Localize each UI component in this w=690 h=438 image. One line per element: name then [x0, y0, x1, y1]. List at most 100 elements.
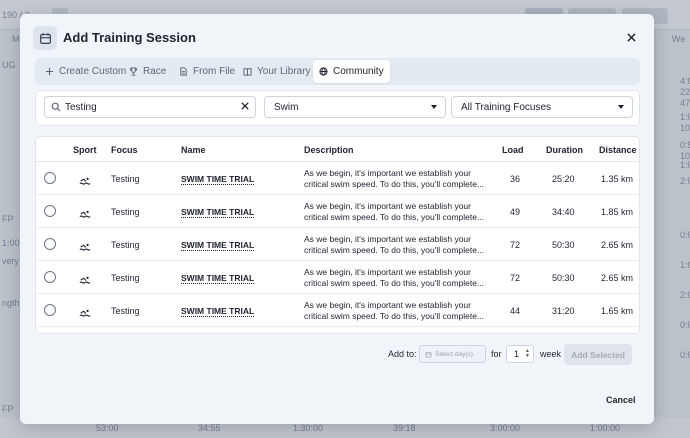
for-label: for — [491, 349, 502, 359]
row-duration: 50:30 — [552, 240, 575, 250]
row-duration: 31:20 — [552, 306, 575, 316]
row-workout-name[interactable]: SWIM TIME TRIAL — [181, 306, 254, 316]
column-header-sport: Sport — [73, 145, 97, 155]
book-icon — [243, 68, 252, 76]
swim-icon — [79, 306, 91, 320]
row-description-line-1: As we begin, it's important we establish… — [304, 234, 471, 244]
close-button[interactable] — [624, 30, 638, 44]
clear-search-icon[interactable] — [241, 102, 249, 110]
tab-create-custom[interactable]: Create Custom — [39, 60, 132, 83]
column-header-name: Name — [181, 145, 206, 155]
tab-community[interactable]: Community — [313, 60, 390, 83]
close-icon — [626, 32, 636, 42]
row-load: 72 — [510, 273, 521, 283]
add-training-session-dialog: Add Training Session Create Custom Race … — [20, 14, 654, 424]
row-distance: 1.85 km — [601, 207, 634, 217]
row-select-radio[interactable] — [44, 304, 56, 316]
search-icon — [51, 102, 61, 112]
search-input[interactable] — [65, 100, 235, 114]
tab-your-library[interactable]: Your Library — [237, 60, 317, 83]
row-load: 44 — [510, 306, 521, 316]
chevron-down-icon — [618, 105, 624, 109]
row-description-line-1: As we begin, it's important we establish… — [304, 201, 471, 211]
row-description-line-1: As we begin, it's important we establish… — [304, 267, 471, 277]
row-workout-name[interactable]: SWIM TIME TRIAL — [181, 174, 254, 184]
swim-icon — [79, 240, 91, 254]
globe-icon — [319, 67, 328, 76]
source-tabs: Create Custom Race From File Your Librar… — [35, 58, 640, 85]
row-description: As we begin, it's important we establish… — [304, 300, 490, 322]
table-row[interactable]: Testing SWIM TIME TRIAL As we begin, it's … — [36, 228, 639, 261]
swim-icon — [79, 174, 91, 188]
swim-icon — [79, 207, 91, 221]
row-focus: Testing — [111, 306, 140, 316]
chevron-down-icon — [431, 105, 437, 109]
week-label: week — [540, 349, 562, 359]
tab-label: From File — [193, 66, 236, 77]
row-description: As we begin, it's important we establish… — [304, 201, 490, 223]
focus-select-value: All Training Focuses — [461, 101, 552, 113]
table-row[interactable]: Testing SWIM TIME TRIAL As we begin, it's … — [36, 261, 639, 294]
tab-label: Your Library — [257, 66, 311, 77]
row-description-line-2: critical swim speed. To do this, you'll … — [304, 212, 485, 222]
table-row[interactable]: TestingSWIM TIME TRIALAs we begin, it's … — [36, 327, 639, 333]
plus-icon — [45, 67, 54, 76]
row-distance: 1.65 km — [601, 306, 634, 316]
table-row[interactable]: TestingSWIM TIME TRIALAs we begin, it's … — [36, 162, 639, 195]
weeks-stepper[interactable]: 1 ▲ ▼ — [506, 345, 534, 363]
row-select-radio[interactable] — [44, 271, 56, 283]
row-load: 36 — [510, 174, 521, 184]
row-duration: 34:40 — [552, 207, 575, 217]
row-description-line-1: As we begin, it's important we establish… — [304, 300, 471, 310]
weeks-value: 1 — [514, 349, 520, 359]
training-focus-select[interactable]: All Training Focuses — [451, 96, 633, 118]
row-select-radio[interactable] — [44, 205, 56, 217]
add-selected-button[interactable]: Add Selected — [564, 344, 632, 365]
row-description-line-2: critical swim speed. To do this, you'll … — [304, 278, 485, 288]
trophy-icon — [129, 67, 138, 76]
row-workout-name[interactable]: SWIM TIME TRIAL — [181, 273, 254, 283]
select-days-picker[interactable]: Select day(s) — [419, 345, 486, 363]
cancel-button[interactable]: Cancel — [606, 395, 636, 405]
community-workouts-table: Sport Focus Name Description Load Durati… — [35, 136, 640, 334]
tab-label: Race — [143, 66, 167, 77]
add-to-bar: Add to: Select day(s) for 1 ▲ ▼ week Add … — [35, 334, 640, 374]
column-header-load: Load — [502, 145, 524, 155]
row-workout-name[interactable]: SWIM TIME TRIAL — [181, 240, 254, 250]
row-distance: 1.35 km — [601, 174, 634, 184]
row-focus: Testing — [111, 174, 140, 184]
filter-bar: Swim All Training Focuses — [35, 90, 640, 126]
stepper-arrows-icon[interactable]: ▲ ▼ — [525, 349, 530, 359]
tab-label: Community — [333, 66, 384, 77]
row-select-radio[interactable] — [44, 238, 56, 250]
row-description-line-2: critical swim speed. To do this, you'll … — [304, 311, 485, 321]
row-distance: 2.65 km — [601, 240, 634, 250]
add-to-label: Add to: — [388, 349, 417, 359]
row-workout-name[interactable]: SWIM TIME TRIAL — [181, 207, 254, 217]
day-picker-placeholder: Select day(s) — [435, 350, 473, 358]
tab-race[interactable]: Race — [123, 60, 172, 83]
row-focus: Testing — [111, 240, 140, 250]
sport-select-value: Swim — [274, 101, 299, 113]
sport-select[interactable]: Swim — [264, 96, 446, 118]
row-select-radio[interactable] — [44, 172, 56, 184]
dialog-title: Add Training Session — [63, 30, 196, 45]
tab-label: Create Custom — [59, 66, 127, 77]
row-load: 49 — [510, 207, 521, 217]
table-header: Sport Focus Name Description Load Durati… — [36, 137, 639, 162]
table-row[interactable]: Testing SWIM TIME TRIAL As we begin, it's … — [36, 195, 639, 228]
column-header-distance: Distance — [599, 145, 637, 155]
column-header-duration: Duration — [546, 145, 583, 155]
row-duration: 25:20 — [552, 174, 575, 184]
row-focus: Testing — [111, 273, 140, 283]
row-duration: 50:30 — [552, 273, 575, 283]
row-focus: Testing — [111, 207, 140, 217]
row-load: 72 — [510, 240, 521, 250]
row-description: As we begin, it's important we establish… — [304, 267, 490, 289]
calendar-icon — [425, 351, 432, 357]
file-icon — [180, 67, 187, 76]
search-box — [44, 96, 256, 118]
table-row[interactable]: Testing SWIM TIME TRIAL As we begin, it's … — [36, 294, 639, 327]
column-header-description: Description — [304, 145, 354, 155]
tab-from-file[interactable]: From File — [173, 60, 241, 83]
